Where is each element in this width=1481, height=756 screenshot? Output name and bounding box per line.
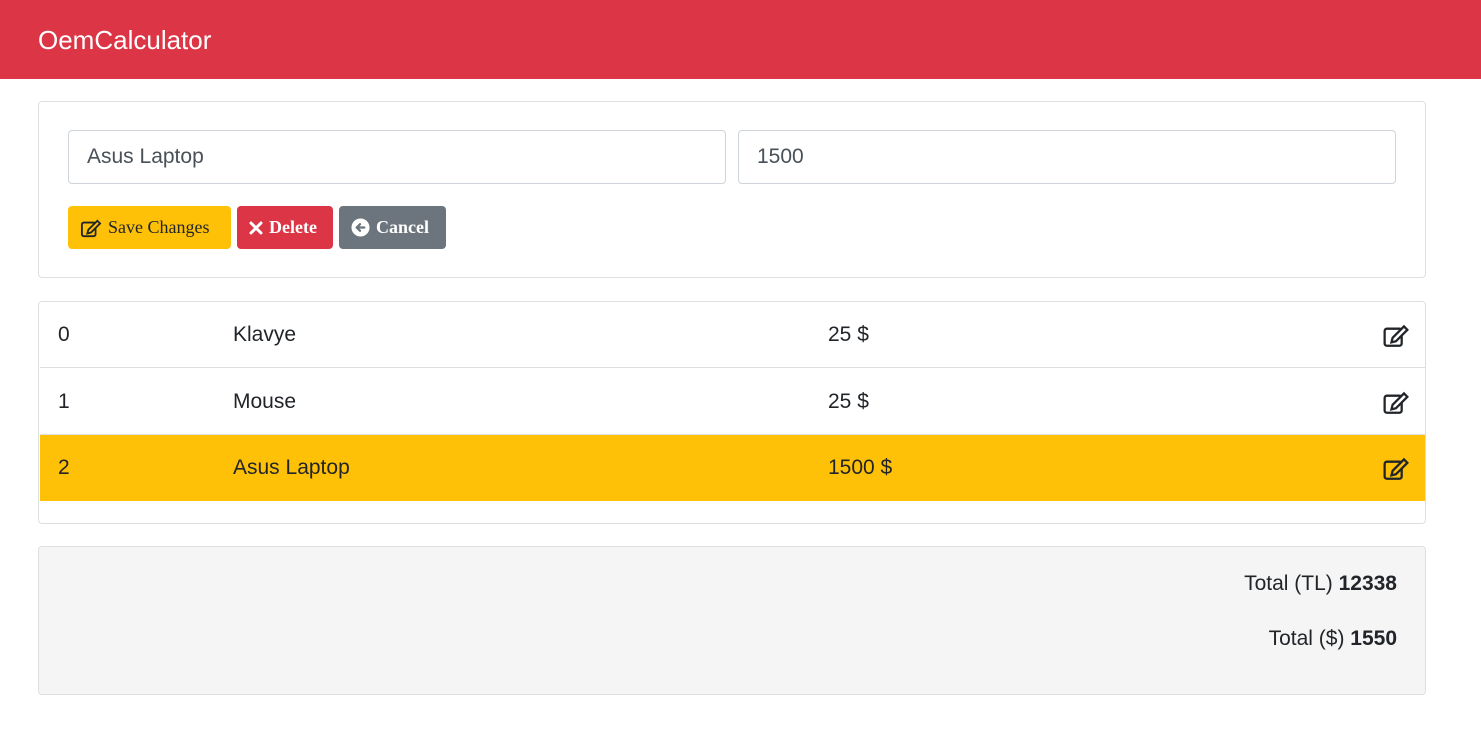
delete-button[interactable]: Delete — [237, 206, 333, 249]
arrow-circle-left-icon — [351, 218, 370, 237]
item-name: Mouse — [233, 390, 297, 413]
total-usd-label: Total ($) — [1268, 627, 1351, 650]
item-index: 0 — [58, 323, 70, 346]
total-usd-value: 1550 — [1350, 627, 1397, 650]
item-index: 2 — [58, 456, 70, 479]
total-tl-label: Total (TL) — [1244, 572, 1339, 595]
list-item-selected[interactable]: 2 Asus Laptop 1500 $ — [40, 435, 1425, 501]
edit-form: Save Changes Delete Cancel — [38, 101, 1426, 278]
item-price: 1500 $ — [828, 456, 893, 479]
item-price: 25 $ — [828, 323, 869, 346]
total-tl-value: 12338 — [1338, 572, 1397, 595]
delete-label: Delete — [269, 217, 317, 237]
edit-icon — [80, 218, 102, 238]
navbar: OemCalculator — [0, 0, 1481, 79]
totals-panel: Total (TL) 12338 Total ($) 1550 — [38, 546, 1426, 695]
cancel-button[interactable]: Cancel — [339, 206, 446, 249]
save-changes-button[interactable]: Save Changes — [68, 206, 231, 249]
list-item[interactable]: 1 Mouse 25 $ — [40, 369, 1425, 435]
edit-icon[interactable] — [1382, 390, 1410, 415]
item-index: 1 — [58, 390, 70, 413]
item-price-input[interactable] — [738, 130, 1396, 184]
app-title[interactable]: OemCalculator — [38, 24, 211, 56]
item-price: 25 $ — [828, 390, 869, 413]
edit-icon[interactable] — [1382, 456, 1410, 481]
save-changes-label: Save Changes — [108, 217, 210, 237]
total-tl: Total (TL) 12338 — [1244, 571, 1397, 597]
item-name: Klavye — [233, 323, 297, 346]
edit-icon[interactable] — [1382, 323, 1410, 348]
total-usd: Total ($) 1550 — [1269, 626, 1397, 652]
times-icon — [249, 221, 263, 235]
list-item[interactable]: 0 Klavye 25 $ — [40, 302, 1425, 368]
item-name: Asus Laptop — [233, 456, 350, 479]
item-list: 0 Klavye 25 $ 1 Mouse 25 $ 2 Asus Laptop… — [38, 301, 1426, 524]
item-name-input[interactable] — [68, 130, 726, 184]
cancel-label: Cancel — [376, 217, 429, 237]
